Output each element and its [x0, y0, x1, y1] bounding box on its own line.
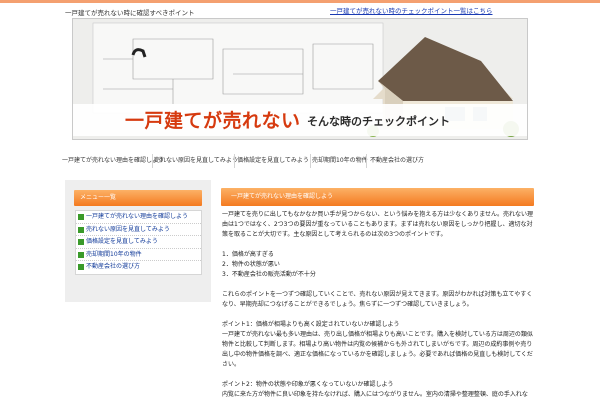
banner-subtitle: そんな時のチェックポイント: [307, 115, 450, 128]
list-item: 2．物件の状態が悪い: [222, 261, 280, 268]
nav-item-causes[interactable]: 売れない原因を見直してみよう: [154, 150, 238, 172]
site-description: 一戸建てが売れない時に確認すべきポイント: [65, 9, 195, 17]
bullet-icon: [78, 239, 84, 245]
sidebar-item-label: 不動産会社の選び方: [86, 263, 141, 270]
nav-item-agency[interactable]: 不動産会社の選び方: [368, 150, 426, 172]
sidebar-item-label: 売れない原因を見直してみよう: [86, 225, 170, 233]
header-banner: 一戸建てが売れない そんな時のチェックポイント: [72, 18, 528, 140]
nav-item-ten-years[interactable]: 売却期間10年の物件: [312, 150, 368, 172]
sidebar: メニュー一覧 一戸建てが売れない理由を確認しよう 売れない原因を見直してみよう …: [65, 180, 211, 302]
sidebar-item-label: 売却期間10年の物件: [86, 250, 142, 258]
bullet-icon: [78, 226, 84, 233]
top-accent-bar: [0, 0, 600, 3]
nav-item-reasons[interactable]: 一戸建てが売れない理由を確認しよう: [62, 150, 164, 172]
bullet-icon: [78, 251, 84, 258]
banner-title: 一戸建てが売れない: [125, 110, 301, 132]
nav-item-pricing[interactable]: 価格設定を見直してみよう: [236, 150, 310, 172]
sidebar-item-label: 価格設定を見直してみよう: [86, 238, 158, 245]
sidebar-item-reasons[interactable]: 一戸建てが売れない理由を確認しよう: [76, 211, 201, 224]
sidebar-item-causes[interactable]: 売れない原因を見直してみよう: [76, 224, 201, 236]
sidebar-heading: メニュー一覧: [74, 190, 202, 206]
article-body: 一戸建てを売りに出してもなかなか買い手が見つからない、という悩みを抱える方は少な…: [222, 210, 534, 400]
nav-divider: [366, 154, 367, 168]
nav-divider: [152, 154, 153, 168]
section-title: ポイント1：価格が相場よりも高く設定されていないか確認しよう: [222, 321, 400, 328]
section-title: ポイント2：物件の状態や印象が悪くなっていないか確認しよう: [222, 381, 394, 388]
header-link[interactable]: 一戸建てが売れない時のチェックポイント一覧はこちら: [330, 5, 493, 15]
nav-divider: [310, 154, 311, 168]
article-intro: 一戸建てを売りに出してもなかなか買い手が見つからない、という悩みを抱える方は少な…: [222, 211, 534, 238]
sidebar-item-pricing[interactable]: 価格設定を見直してみよう: [76, 236, 201, 249]
list-item: 1．価格が高すぎる: [222, 251, 274, 258]
nav-divider: [234, 154, 235, 168]
sidebar-item-ten-years[interactable]: 売却期間10年の物件: [76, 249, 201, 261]
article-paragraph: これらのポイントを一つずつ確認していくことで、売れない原因が見えてきます。原因が…: [222, 291, 533, 308]
bullet-icon: [78, 214, 84, 220]
sidebar-item-agency[interactable]: 不動産会社の選び方: [76, 261, 201, 274]
sidebar-item-label: 一戸建てが売れない理由を確認しよう: [86, 213, 189, 220]
section-text: 一戸建てが売れない最も多い理由は、売り出し価格が相場よりも高いことです。購入を検…: [222, 331, 533, 368]
section-text: 内覧に来た方が物件に良い印象を持たなければ、購入にはつながりません。室内の清掃や…: [222, 391, 528, 398]
sidebar-menu: 一戸建てが売れない理由を確認しよう 売れない原因を見直してみよう 価格設定を見直…: [75, 210, 202, 275]
bullet-icon: [78, 264, 84, 270]
article-heading: 一戸建てが売れない理由を確認しよう: [221, 188, 534, 206]
global-nav: 一戸建てが売れない理由を確認しよう 売れない原因を見直してみよう 価格設定を見直…: [62, 150, 538, 172]
list-item: 3．不動産会社の販売活動が不十分: [222, 271, 316, 278]
